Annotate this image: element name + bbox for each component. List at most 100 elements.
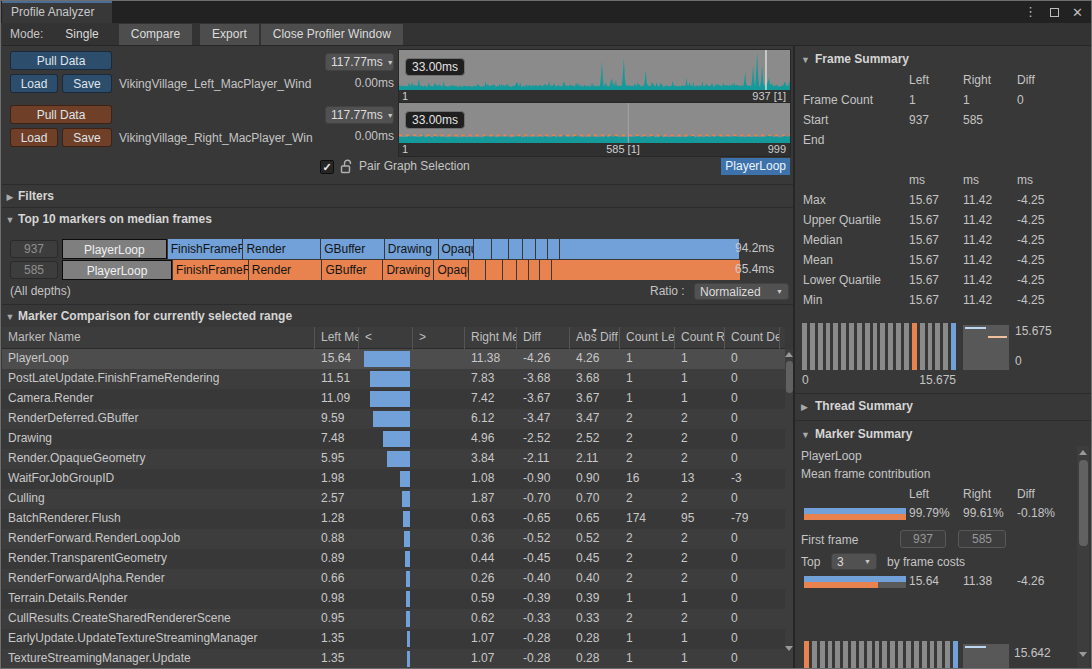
table-cell: 0.90 bbox=[570, 469, 620, 489]
top10-segment[interactable] bbox=[548, 239, 559, 259]
kebab-menu-icon[interactable]: ⋮ bbox=[1024, 7, 1037, 17]
column-header--[interactable]: > bbox=[413, 327, 465, 349]
filters-section-header[interactable]: ▶Filters bbox=[2, 184, 793, 207]
left-panel: Pull Data Load Save VikingVillage_Left_M… bbox=[2, 46, 793, 669]
top-count-dropdown[interactable]: 3▼ bbox=[831, 553, 877, 570]
table-row[interactable]: Drawing7.484.96-2.522.52220 bbox=[2, 429, 785, 449]
table-row[interactable]: Render.OpaqueGeometry5.953.84-2.112.1122… bbox=[2, 449, 785, 469]
top10-segment[interactable] bbox=[536, 239, 547, 259]
table-row[interactable]: WaitForJobGroupID1.981.08-0.900.901613-3 bbox=[2, 469, 785, 489]
table-row[interactable]: PlayerLoop15.6411.38-4.264.26110 bbox=[2, 349, 785, 369]
pull-data-button-left[interactable]: Pull Data bbox=[10, 51, 112, 70]
marker-summary-header[interactable]: ▼Marker Summary bbox=[801, 427, 912, 441]
tab-profile-analyzer[interactable]: Profile Analyzer bbox=[2, 1, 112, 23]
table-row[interactable]: RenderForwardAlpha.Render0.660.26-0.400.… bbox=[2, 569, 785, 589]
column-header--[interactable]: < bbox=[359, 327, 413, 349]
save-button-right[interactable]: Save bbox=[62, 128, 112, 147]
histogram-bar bbox=[914, 641, 919, 669]
top10-segment-opaqu[interactable]: Opaqu bbox=[439, 239, 474, 259]
column-header-count-delta[interactable]: Count Delta bbox=[725, 327, 780, 349]
column-header-left-med[interactable]: Left Med bbox=[315, 327, 359, 349]
column-header-abs-diff[interactable]: Abs Diff▼ bbox=[570, 327, 620, 349]
frame-summary-header[interactable]: ▼Frame Summary bbox=[801, 52, 909, 66]
column-header-right-med[interactable]: Right Med bbox=[465, 327, 517, 349]
top10-segment[interactable] bbox=[509, 239, 522, 259]
comparison-section-header[interactable]: ▼Marker Comparison for currently selecte… bbox=[2, 304, 793, 327]
export-button[interactable]: Export bbox=[200, 24, 259, 45]
top10-segment-render[interactable]: Render bbox=[243, 239, 320, 259]
summary-value: -4.25 bbox=[1017, 293, 1044, 307]
top10-segment[interactable] bbox=[529, 260, 540, 280]
thread-summary-header[interactable]: ▶Thread Summary bbox=[801, 399, 913, 413]
table-scrollbar[interactable] bbox=[785, 349, 793, 669]
top10-segment-render[interactable]: Render bbox=[249, 260, 322, 280]
top10-segment[interactable] bbox=[540, 260, 551, 280]
top10-segment[interactable] bbox=[469, 260, 485, 280]
column-header-count-right[interactable]: Count Right bbox=[675, 327, 725, 349]
top10-segment[interactable] bbox=[552, 260, 740, 280]
scroll-up-icon[interactable] bbox=[785, 352, 793, 357]
load-button-left[interactable]: Load bbox=[10, 74, 58, 93]
top10-segment[interactable] bbox=[523, 239, 534, 259]
yaxis-scale-dropdown-left[interactable]: 117.77ms▼ bbox=[325, 53, 394, 71]
load-button-right[interactable]: Load bbox=[10, 128, 58, 147]
table-row[interactable]: Camera.Render11.097.42-3.673.67110 bbox=[2, 389, 785, 409]
table-row[interactable]: PostLateUpdate.FinishFrameRendering11.51… bbox=[2, 369, 785, 389]
mode-single-button[interactable]: Single bbox=[51, 24, 112, 45]
summary-row: Lower Quartile15.6711.42-4.25 bbox=[795, 273, 1075, 291]
table-cell bbox=[413, 389, 465, 409]
close-profiler-window-button[interactable]: Close Profiler Window bbox=[261, 24, 403, 45]
table-cell: 1.98 bbox=[315, 469, 359, 489]
top10-segment-finishframer[interactable]: FinishFrameR bbox=[173, 260, 248, 280]
scroll-down-icon[interactable] bbox=[785, 646, 793, 651]
frame-graph-right[interactable]: 33.00ms bbox=[398, 102, 791, 143]
mode-compare-button[interactable]: Compare bbox=[119, 24, 192, 45]
top10-segment[interactable] bbox=[474, 239, 491, 259]
top10-segment[interactable] bbox=[492, 239, 508, 259]
table-row[interactable]: Culling2.571.87-0.700.70220 bbox=[2, 489, 785, 509]
frame-button[interactable]: 585 bbox=[10, 261, 58, 279]
table-row[interactable]: Render.TransparentGeometry0.890.44-0.450… bbox=[2, 549, 785, 569]
table-row[interactable]: EarlyUpdate.UpdateTextureStreamingManage… bbox=[2, 629, 785, 649]
top10-segment-playerloop[interactable]: PlayerLoop bbox=[62, 260, 172, 280]
top10-segment-opaqu[interactable]: Opaqu bbox=[434, 260, 468, 280]
marker-summary-scrollbar-thumb[interactable] bbox=[1079, 460, 1088, 546]
first-frame-button-left[interactable]: 937 bbox=[900, 530, 946, 548]
pull-data-button-right[interactable]: Pull Data bbox=[10, 105, 112, 124]
save-button-left[interactable]: Save bbox=[62, 74, 112, 93]
table-row[interactable]: CullResults.CreateSharedRendererScene0.9… bbox=[2, 609, 785, 629]
top10-segment-gbuffer[interactable]: GBuffer bbox=[321, 239, 384, 259]
column-header-marker-name[interactable]: Marker Name bbox=[2, 327, 315, 349]
top10-segment[interactable] bbox=[486, 260, 501, 280]
scroll-up-icon[interactable] bbox=[1079, 450, 1087, 455]
table-row[interactable]: TextureStreamingManager.Update1.351.07-0… bbox=[2, 649, 785, 669]
unlock-icon[interactable] bbox=[340, 159, 353, 174]
ratio-dropdown[interactable]: Normalized▼ bbox=[694, 283, 789, 300]
frame-button[interactable]: 937 bbox=[10, 240, 58, 258]
histogram-bar bbox=[890, 641, 895, 669]
table-cell: 0 bbox=[725, 549, 780, 569]
top10-segment-drawing[interactable]: Drawing bbox=[385, 239, 438, 259]
top10-segment-playerloop[interactable]: PlayerLoop bbox=[62, 239, 167, 259]
top10-section-header[interactable]: ▼Top 10 markers on median frames bbox=[2, 207, 793, 230]
table-row[interactable]: BatchRenderer.Flush1.280.63-0.650.651749… bbox=[2, 509, 785, 529]
table-row[interactable]: Terrain.Details.Render0.980.59-0.390.391… bbox=[2, 589, 785, 609]
table-row[interactable]: RenderDeferred.GBuffer9.596.12-3.473.472… bbox=[2, 409, 785, 429]
top10-segment[interactable] bbox=[503, 260, 516, 280]
first-frame-button-right[interactable]: 585 bbox=[958, 530, 1006, 548]
frame-graph-left[interactable]: 33.00ms bbox=[398, 49, 791, 90]
top10-segment[interactable] bbox=[560, 239, 739, 259]
table-scrollbar-thumb[interactable] bbox=[786, 361, 793, 393]
top10-segment[interactable] bbox=[517, 260, 528, 280]
column-header-count-left[interactable]: Count Left bbox=[620, 327, 675, 349]
maximize-icon[interactable] bbox=[1050, 8, 1059, 17]
yaxis-scale-dropdown-right[interactable]: 117.77ms▼ bbox=[325, 106, 394, 124]
top10-segment-drawing[interactable]: Drawing bbox=[383, 260, 433, 280]
top10-segment-gbuffer[interactable]: GBuffer bbox=[322, 260, 382, 280]
close-icon[interactable]: ✕ bbox=[1072, 5, 1083, 20]
scroll-down-icon[interactable] bbox=[1079, 652, 1087, 657]
column-header-diff[interactable]: Diff bbox=[517, 327, 570, 349]
table-row[interactable]: RenderForward.RenderLoopJob0.880.36-0.52… bbox=[2, 529, 785, 549]
pair-graph-selection-checkbox[interactable]: ✓ bbox=[320, 160, 334, 174]
top10-segment-finishframer[interactable]: FinishFrameR bbox=[168, 239, 243, 259]
